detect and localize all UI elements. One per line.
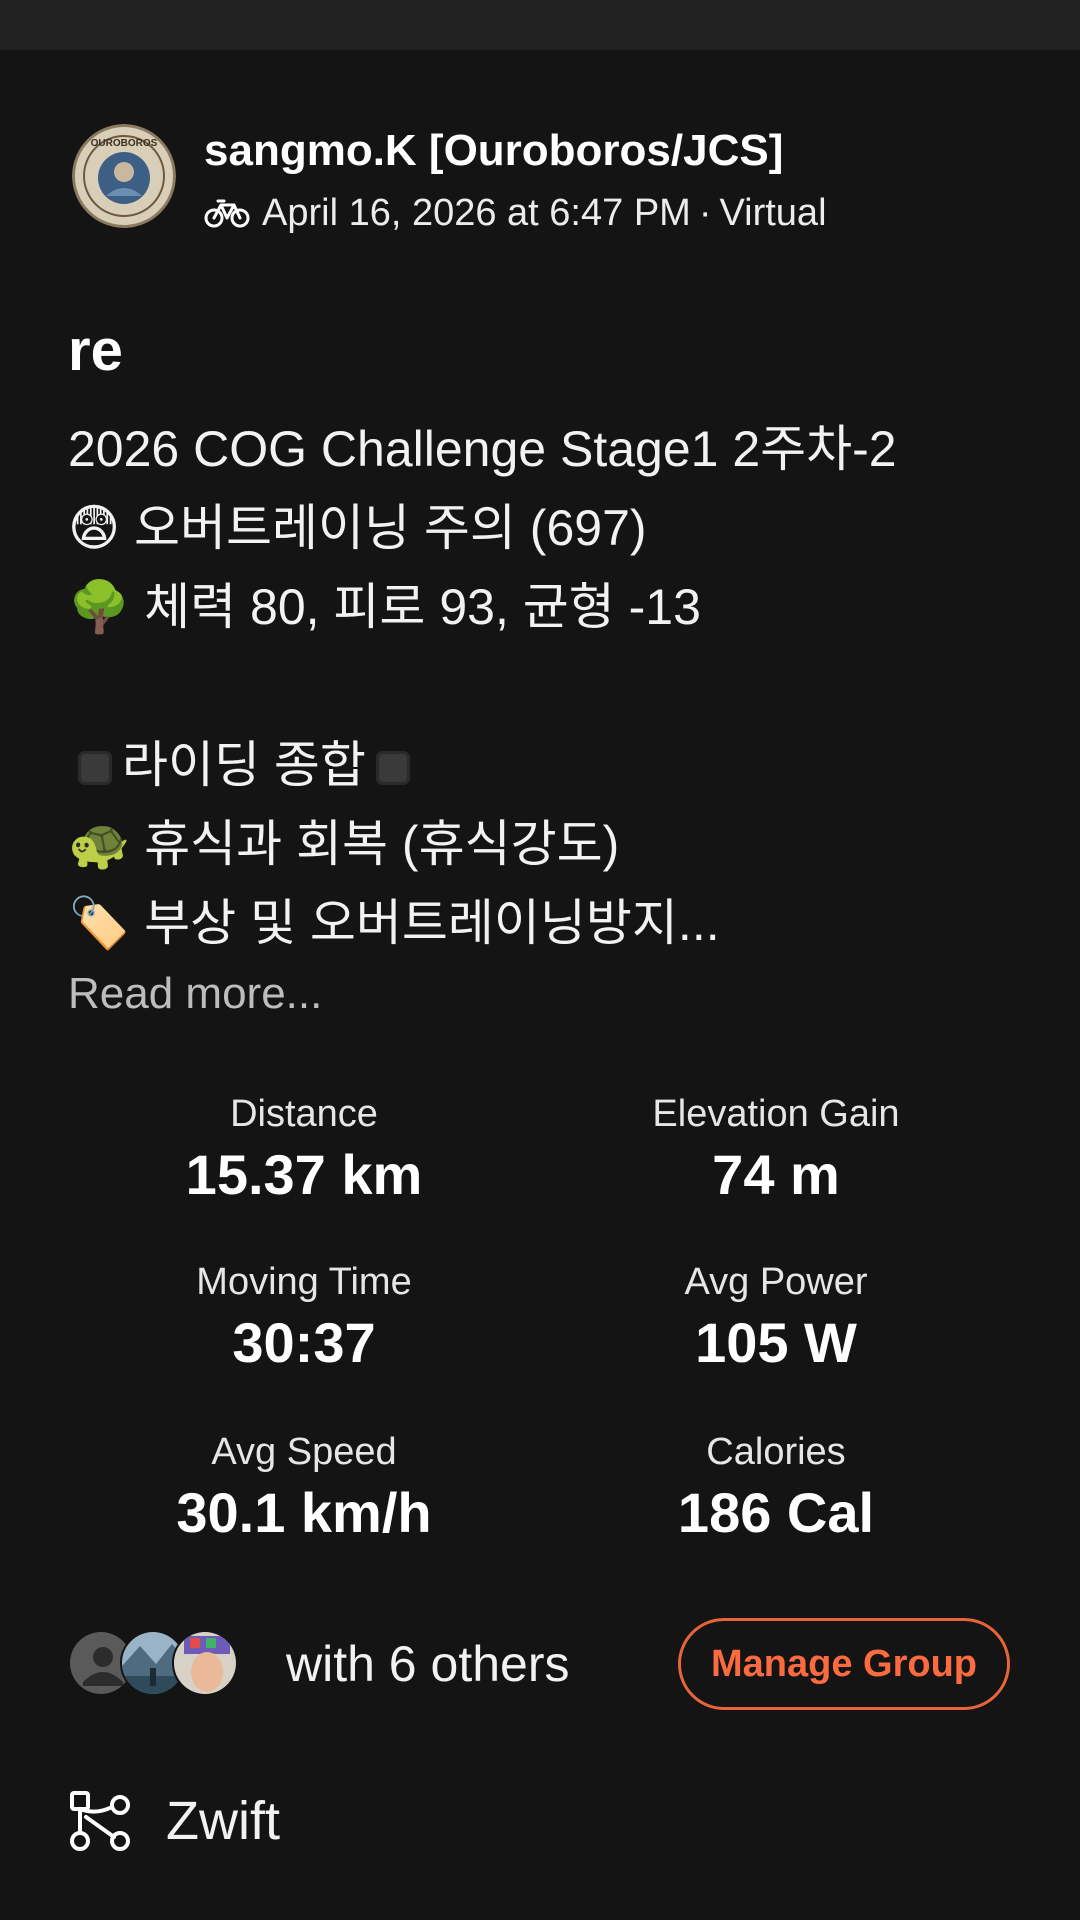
stat-elevation-gain: Elevation Gain 74 m: [540, 1090, 1012, 1210]
stat-value: 30:37: [232, 1311, 376, 1374]
activity-type: Virtual: [719, 191, 827, 234]
description-line: 🐢 휴식과 회복 (휴식강도): [68, 816, 620, 872]
top-status-bar: [0, 0, 1080, 50]
description-line: 라이딩 종합: [68, 726, 1028, 805]
description-line: 🏷️ 부상 및 오버트레이닝방지...: [68, 895, 720, 951]
stat-value: 186 Cal: [677, 1481, 875, 1544]
meta-separator: ·: [698, 191, 712, 234]
description-blank-line: [68, 647, 1028, 726]
stat-label: Moving Time: [196, 1261, 412, 1303]
stat-distance: Distance 15.37 km: [68, 1090, 540, 1210]
manage-group-button[interactable]: Manage Group: [678, 1618, 1010, 1710]
stat-avg-speed: Avg Speed 30.1 km/h: [68, 1428, 540, 1548]
stat-label: Distance: [230, 1093, 378, 1135]
stat-calories: Calories 186 Cal: [540, 1428, 1012, 1548]
stat-value: 30.1 km/h: [176, 1481, 432, 1544]
activity-header: OUROBOROS sangmo.K [Ouroboros/JCS] April…: [72, 124, 1012, 234]
route-icon: [70, 1791, 130, 1851]
stat-value: 74 m: [712, 1143, 840, 1206]
description-heading: 라이딩 종합: [122, 737, 366, 793]
activity-description[interactable]: 2026 COG Challenge Stage1 2주차-2 😨 오버트레이닝…: [68, 410, 1028, 963]
bike-icon: [204, 199, 250, 228]
description-line: 2026 COG Challenge Stage1 2주차-2: [68, 421, 897, 477]
stat-moving-time: Moving Time 30:37: [68, 1258, 540, 1378]
stat-label: Avg Power: [684, 1261, 868, 1303]
activity-meta: April 16, 2026 at 6:47 PM · Virtual: [204, 188, 827, 238]
stat-label: Avg Speed: [211, 1431, 397, 1473]
stat-value: 105 W: [695, 1311, 857, 1374]
athlete-avatar[interactable]: OUROBOROS: [72, 124, 176, 228]
activity-datetime: April 16, 2026 at 6:47 PM: [262, 191, 691, 234]
read-more-link[interactable]: Read more...: [68, 966, 322, 1022]
activity-title[interactable]: re: [68, 316, 123, 386]
group-participants-text[interactable]: with 6 others: [286, 1632, 569, 1696]
stat-label: Elevation Gain: [652, 1093, 900, 1135]
description-line: 🌳 체력 80, 피로 93, 균형 -13: [68, 579, 701, 635]
stat-value: 15.37 km: [185, 1143, 423, 1206]
avatar-logo-text: OUROBOROS: [91, 138, 158, 149]
group-row: with 6 others Manage Group: [68, 1616, 1012, 1712]
app-name: Zwift: [166, 1791, 280, 1851]
black-square-icon: [78, 751, 112, 785]
app-source-row[interactable]: Zwift: [68, 1786, 280, 1856]
stat-label: Calories: [706, 1431, 846, 1473]
athlete-name[interactable]: sangmo.K [Ouroboros/JCS]: [204, 124, 783, 178]
description-line: 😨 오버트레이닝 주의 (697): [68, 500, 647, 556]
stat-avg-power: Avg Power 105 W: [540, 1258, 1012, 1378]
friend-avatar-colorful[interactable]: [172, 1630, 238, 1696]
black-square-icon: [375, 751, 410, 785]
